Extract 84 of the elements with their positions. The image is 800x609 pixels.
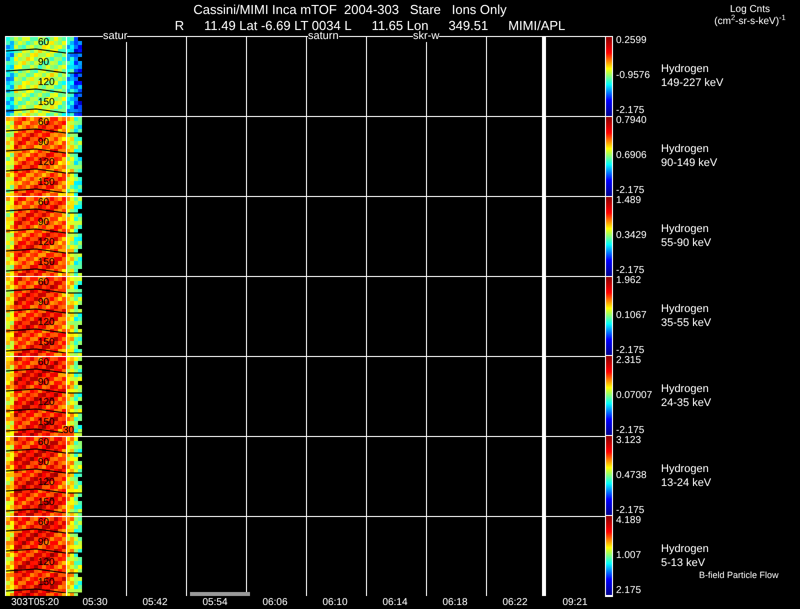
time-tick-label: 06:18 xyxy=(441,597,469,609)
time-tick-label: 303T05:20 xyxy=(10,597,60,609)
color-mid-value: 0.4738 xyxy=(616,471,648,481)
energy-range: 13-24 keV xyxy=(661,476,712,490)
species-label: Hydrogen xyxy=(661,382,710,396)
color-max-value: 4.189 xyxy=(616,516,642,526)
pitch-angle-label: 120 xyxy=(38,318,55,328)
pitch-angle-label: 120 xyxy=(38,478,55,488)
plot-label: satur xyxy=(103,31,128,42)
energy-range: 24-35 keV xyxy=(661,396,712,410)
plot-label: skr-w xyxy=(413,31,440,42)
orbit-info: R xyxy=(174,18,184,34)
plot-label: saturn xyxy=(308,31,339,42)
time-tick-label: 09:21 xyxy=(561,597,589,609)
color-min-value: -2.175 xyxy=(616,106,646,116)
legend-note: B-field Particle Flow xyxy=(699,570,779,580)
pitch-angle-label: 60 xyxy=(38,38,50,48)
energy-range: 90-149 keV xyxy=(661,156,718,170)
pitch-angle-label: 90 xyxy=(38,298,50,308)
color-mid-value: 0.07007 xyxy=(616,391,654,401)
species-label: Hydrogen xyxy=(661,62,710,76)
time-tick-label: 06:10 xyxy=(321,597,349,609)
species-label: Hydrogen xyxy=(661,222,710,236)
pitch-angle-label: 150 xyxy=(38,338,55,348)
color-mid-value: -0.9576 xyxy=(616,71,651,81)
pitch-angle-label: 150 xyxy=(38,498,55,508)
pitch-angle-label: 120 xyxy=(38,558,55,568)
pitch-angle-label: 150 xyxy=(38,418,55,428)
units-label: Log Cnts xyxy=(730,4,770,15)
color-min-value: 2.175 xyxy=(616,586,642,596)
time-tick-label: 06:22 xyxy=(501,597,529,609)
pitch-angle-label: 150 xyxy=(38,178,55,188)
orbit-info: 349.51 xyxy=(448,18,488,34)
pitch-angle-label: 60 xyxy=(38,118,50,128)
color-min-value: -2.175 xyxy=(616,506,646,516)
color-mid-value: 1.007 xyxy=(616,551,642,561)
pitch-angle-label: 90 xyxy=(38,138,50,148)
energy-range: 5-13 keV xyxy=(661,556,706,570)
color-min-value: -2.175 xyxy=(616,346,646,356)
energy-range: 55-90 keV xyxy=(661,236,712,250)
pitch-angle-label: 60 xyxy=(38,518,50,528)
color-max-value: 0.2599 xyxy=(616,36,648,46)
pitch-angle-label: 120 xyxy=(38,238,55,248)
time-tick-label: 05:54 xyxy=(201,597,229,609)
orbit-info: 11.65 Lon xyxy=(372,18,428,33)
units-text: (cm$^{2}$-sr-s-keV)$^{-1}$ xyxy=(714,16,786,28)
color-max-value: 1.489 xyxy=(616,196,642,206)
color-max-value: 3.123 xyxy=(616,436,642,446)
color-min-value: -2.175 xyxy=(616,186,646,196)
color-max-value: 1.962 xyxy=(616,276,642,286)
species-label: Hydrogen xyxy=(661,462,710,476)
species-label: Hydrogen xyxy=(661,142,710,156)
pitch-angle-label: 120 xyxy=(38,158,55,168)
color-mid-value: 0.3429 xyxy=(616,231,648,241)
species-label: Hydrogen xyxy=(661,542,710,556)
color-max-value: 0.7940 xyxy=(616,116,648,126)
energy-range: 149-227 keV xyxy=(661,76,724,90)
pitch-angle-label: 90 xyxy=(38,378,50,388)
pitch-angle-label: 60 xyxy=(38,358,50,368)
species-label: Hydrogen xyxy=(661,302,710,316)
pitch-angle-label: 150 xyxy=(38,98,55,108)
pitch-angle-label: 120 xyxy=(38,78,55,88)
plot-title: Cassini/MIMI Inca mTOF 2004-303 Stare Ions Only xyxy=(193,2,507,18)
pitch-angle-label: 30 xyxy=(63,426,74,436)
pitch-angle-label: 90 xyxy=(38,538,50,548)
pitch-angle-label: 150 xyxy=(38,578,55,588)
pitch-angle-label: 120 xyxy=(38,398,55,408)
pitch-angle-label: 90 xyxy=(38,458,50,468)
pitch-angle-label: 150 xyxy=(38,258,55,268)
color-min-value: -2.175 xyxy=(616,426,646,436)
orbit-info: 11.49 Lat -6.69 LT 0034 L xyxy=(204,18,352,33)
color-min-value: -2.175 xyxy=(616,266,646,276)
color-mid-value: 0.6906 xyxy=(616,151,648,161)
time-tick-label: 06:06 xyxy=(261,597,289,609)
color-mid-value: 0.1067 xyxy=(616,311,648,321)
pitch-angle-label: 60 xyxy=(38,278,50,288)
time-tick-label: 06:14 xyxy=(381,597,409,609)
color-max-value: 2.315 xyxy=(616,356,642,366)
time-tick-label: 05:30 xyxy=(81,597,109,609)
orbit-info: MIMI/APL xyxy=(508,18,566,34)
pitch-angle-label: 60 xyxy=(38,438,50,448)
pitch-angle-label: 90 xyxy=(38,218,50,228)
time-tick-label: 05:42 xyxy=(141,597,169,609)
energy-range: 35-55 keV xyxy=(661,316,712,330)
